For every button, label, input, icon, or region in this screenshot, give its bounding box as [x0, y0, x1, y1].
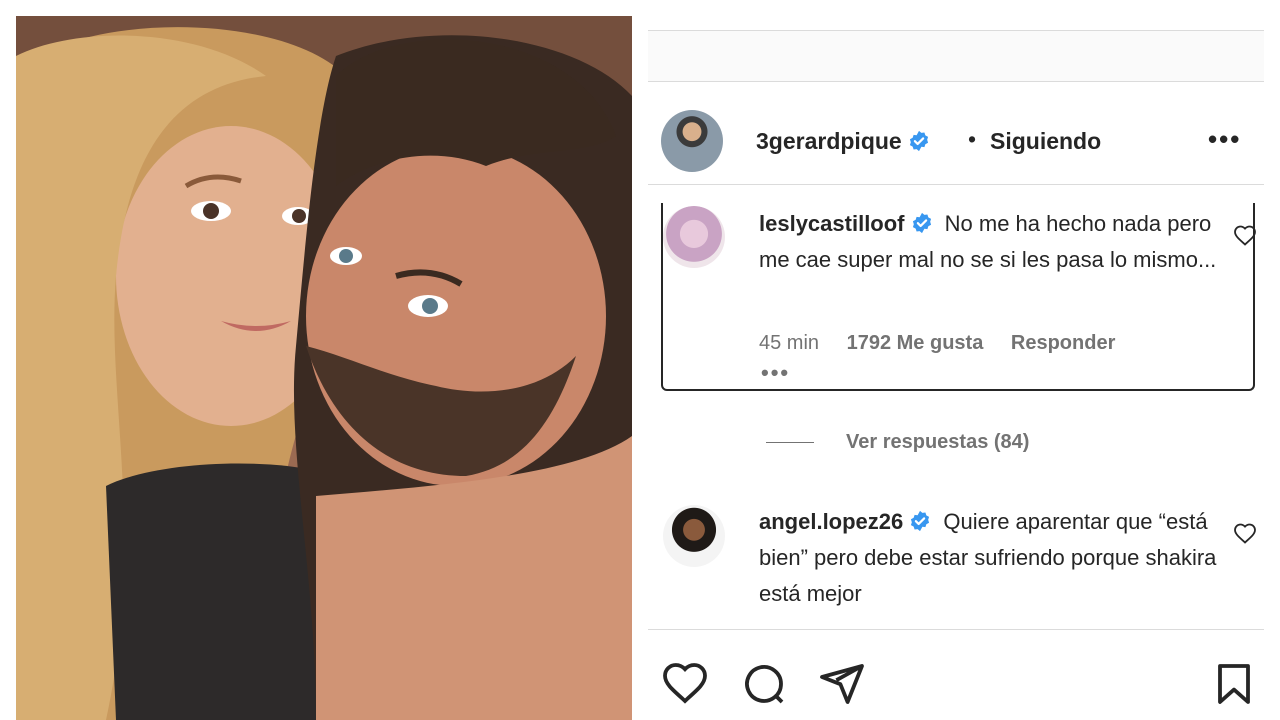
post-photo[interactable] [16, 16, 632, 720]
post-sidebar: 3gerardpique • Siguiendo ••• leslycastil… [648, 0, 1264, 720]
comment-body: leslycastilloof No me ha hecho nada pero… [759, 206, 1219, 278]
heart-icon[interactable] [661, 660, 709, 708]
top-band [648, 30, 1264, 82]
photo-illustration [16, 16, 632, 720]
following-button[interactable]: Siguiendo [990, 128, 1101, 155]
view-replies-button[interactable]: Ver respuestas (84) [846, 431, 1029, 454]
comment-meta: 45 min 1792 Me gusta Responder [759, 332, 1137, 355]
reply-button[interactable]: Responder [1011, 332, 1115, 354]
comment-clip: angel.lopez26 Quiere aparentar que “está… [648, 500, 1264, 628]
comment-body: angel.lopez26 Quiere aparentar que “está… [759, 504, 1219, 612]
replies-line [766, 442, 814, 443]
comment-username[interactable]: leslycastilloof [759, 211, 905, 236]
bookmark-icon[interactable] [1210, 660, 1258, 708]
comment-icon[interactable] [740, 660, 788, 708]
header-separator: • [968, 126, 977, 152]
comment-more-button[interactable]: ••• [761, 360, 790, 386]
verified-badge-icon [912, 212, 931, 234]
actions-divider [648, 629, 1264, 630]
like-comment-heart-icon[interactable] [1233, 224, 1257, 248]
comment-username[interactable]: angel.lopez26 [759, 509, 903, 534]
post-header: 3gerardpique • Siguiendo ••• [648, 100, 1264, 180]
comment-avatar[interactable] [663, 505, 725, 567]
author-avatar[interactable] [661, 110, 723, 172]
send-icon[interactable] [818, 660, 866, 708]
author-username[interactable]: 3gerardpique [756, 128, 930, 155]
header-divider [648, 184, 1264, 185]
comment-likes[interactable]: 1792 Me gusta [847, 332, 984, 354]
verified-badge-icon [911, 510, 930, 532]
action-bar [648, 632, 1264, 720]
comment-time: 45 min [759, 332, 820, 354]
verified-badge-icon [909, 130, 928, 152]
like-comment-heart-icon[interactable] [1233, 522, 1257, 546]
author-username-text[interactable]: 3gerardpique [756, 128, 902, 154]
comment-avatar[interactable] [663, 206, 725, 268]
more-options-button[interactable]: ••• [1208, 124, 1241, 155]
